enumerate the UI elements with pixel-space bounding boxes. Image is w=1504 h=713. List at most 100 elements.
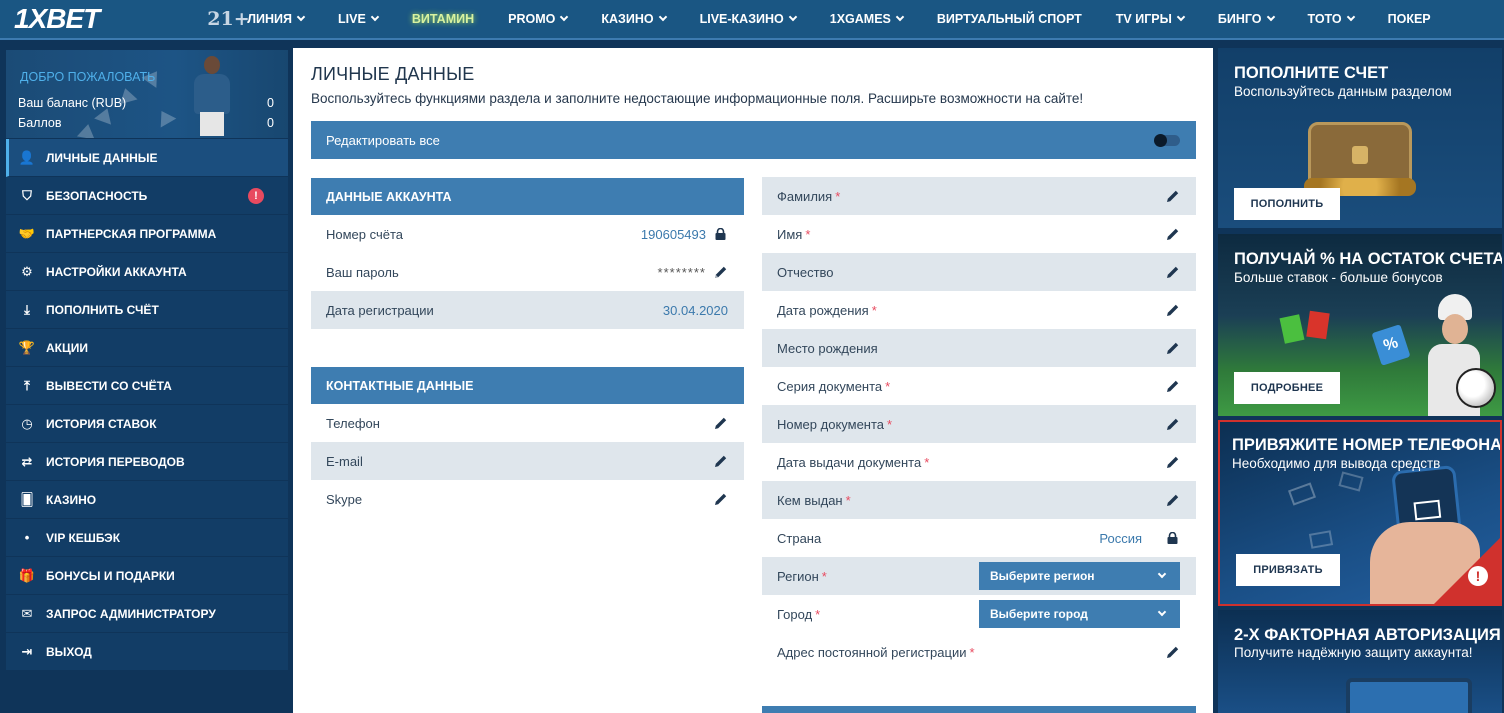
sidebar-item-2[interactable]: 🤝 ПАРТНЕРСКАЯ ПРОГРАММА	[6, 215, 288, 253]
sidebar-item-5[interactable]: 🏆 АКЦИИ	[6, 329, 288, 367]
required-mark: *	[845, 492, 851, 508]
nav-item-11[interactable]: ПОКЕР	[1388, 12, 1431, 26]
edit-pencil-icon[interactable]	[714, 416, 728, 430]
sidebar-item-label: ВЫХОД	[46, 644, 92, 659]
sidebar-item-3[interactable]: ⚙ НАСТРОЙКИ АККАУНТА	[6, 253, 288, 291]
more-info-button[interactable]: ПОДРОБНЕЕ	[1234, 372, 1340, 404]
edit-pencil-icon[interactable]	[1166, 455, 1180, 469]
select-value: Выберите город	[990, 607, 1088, 621]
sidebar-item-12[interactable]: ✉ ЗАПРОС АДМИНИСТРАТОРУ	[6, 595, 288, 633]
link-phone-button[interactable]: ПРИВЯЗАТЬ	[1236, 554, 1340, 586]
sidebar-item-label: БЕЗОПАСНОСТЬ	[46, 188, 148, 203]
two-factor-subtitle: Получите надёжную защиту аккаунта!	[1234, 645, 1473, 660]
sidebar-menu: 👤 ЛИЧНЫЕ ДАННЫЕ ⛉ БЕЗОПАСНОСТЬ! 🤝 ПАРТНЕРСКАЯ…	[6, 139, 288, 671]
edit-pencil-icon[interactable]	[1166, 645, 1180, 659]
edit-pencil-icon[interactable]	[714, 265, 728, 279]
interest-title: ПОЛУЧАЙ % НА ОСТАТОК СЧЕТА	[1234, 250, 1502, 268]
password-row: Ваш пароль ********	[311, 253, 744, 291]
transfer-arrows-icon: ⇄	[21, 453, 33, 469]
edit-pencil-icon[interactable]	[1166, 493, 1180, 507]
sidebar-item-label: ВЫВЕСТИ СО СЧЁТА	[46, 378, 172, 393]
nav-item-label: ЛИНИЯ	[247, 12, 293, 26]
edit-pencil-icon[interactable]	[1166, 303, 1180, 317]
trophy-icon: 🏆	[18, 339, 36, 355]
sidebar-item-1[interactable]: ⛉ БЕЗОПАСНОСТЬ!	[6, 177, 288, 215]
sidebar-item-13[interactable]: ⇥ ВЫХОД	[6, 633, 288, 671]
field-label: Серия документа	[777, 378, 883, 394]
nav-item-6[interactable]: 1XGAMES	[829, 12, 905, 26]
nav-item-label: ВИТАМИН	[411, 12, 475, 26]
personal-fields-section: Фамилия * Имя * Отчество Дата рождения * Место …	[762, 177, 1196, 671]
topup-title: ПОПОЛНИТЕ СЧЕТ	[1234, 64, 1389, 82]
chevron-down-icon	[1157, 569, 1167, 579]
contact-data-section: КОНТАКТНЫЕ ДАННЫЕ Телефон E-mail Skype	[311, 367, 744, 518]
edit-pencil-icon[interactable]	[1166, 227, 1180, 241]
sidebar-item-11[interactable]: 🎁 БОНУСЫ И ПОДАРКИ	[6, 557, 288, 595]
required-mark: *	[924, 454, 930, 470]
registration-date-label: Дата регистрации	[326, 302, 434, 318]
gears-icon: ⚙	[21, 263, 33, 279]
main-nav: ЛИНИЯ LIVE ВИТАМИН PROMO КАЗИНО LIVE-КАЗИНО 1X…	[247, 0, 1464, 39]
user-edit-icon: 👤	[18, 149, 36, 165]
nav-item-label: ВИРТУАЛЬНЫЙ СПОРТ	[936, 12, 1082, 26]
phone-label: Телефон	[326, 415, 380, 431]
sidebar-item-label: VIP КЕШБЭК	[46, 530, 121, 545]
edit-pencil-icon[interactable]	[1166, 189, 1180, 203]
edit-pencil-icon[interactable]	[1166, 341, 1180, 355]
points-label: Баллов	[18, 116, 62, 130]
sidebar-item-10[interactable]: • VIP КЕШБЭК	[6, 519, 288, 557]
nav-item-4[interactable]: КАЗИНО	[601, 12, 667, 26]
edit-all-label: Редактировать все	[326, 132, 440, 148]
sidebar-item-9[interactable]: 🂠 КАЗИНО	[6, 481, 288, 519]
region-select[interactable]: Выберите регион	[979, 562, 1180, 590]
points-row: Баллов 0	[18, 116, 274, 130]
edit-pencil-icon[interactable]	[1166, 265, 1180, 279]
account-number-value: 190605493	[640, 226, 706, 242]
laptop-image	[1346, 678, 1472, 713]
nav-item-2[interactable]: ВИТАМИН	[412, 12, 474, 26]
nav-item-5[interactable]: LIVE-КАЗИНО	[700, 12, 798, 26]
balance-row: Ваш баланс (RUB) 0	[18, 96, 274, 110]
edit-all-toggle[interactable]	[1154, 134, 1180, 147]
edit-pencil-icon[interactable]	[714, 454, 728, 468]
field-label: Город	[777, 606, 813, 622]
nav-item-3[interactable]: PROMO	[508, 12, 569, 26]
field-row-patronymic: Отчество	[762, 253, 1196, 291]
shield-icon: ⛉	[22, 187, 32, 203]
nav-item-9[interactable]: БИНГО	[1217, 12, 1275, 26]
account-number-label: Номер счёта	[326, 226, 404, 242]
required-mark: *	[871, 302, 877, 318]
required-mark: *	[835, 188, 841, 204]
nav-item-8[interactable]: TV ИГРЫ	[1116, 12, 1186, 26]
nav-item-label: 1XGAMES	[829, 12, 891, 26]
sidebar-item-4[interactable]: ⤓ ПОПОЛНИТЬ СЧЁТ	[6, 291, 288, 329]
nav-item-0[interactable]: ЛИНИЯ	[247, 12, 306, 26]
sidebar-item-label: НАСТРОЙКИ АККАУНТА	[46, 264, 187, 279]
sidebar-item-6[interactable]: ⤒ ВЫВЕСТИ СО СЧЁТА	[6, 367, 288, 405]
nav-item-label: БИНГО	[1217, 12, 1262, 26]
topup-button[interactable]: ПОПОЛНИТЬ	[1234, 188, 1340, 220]
sidebar-item-7[interactable]: ◷ ИСТОРИЯ СТАВОК	[6, 405, 288, 443]
account-data-section: ДАННЫЕ АККАУНТА Номер счёта 190605493 Ва…	[311, 178, 744, 329]
edit-pencil-icon[interactable]	[1166, 417, 1180, 431]
sidebar-item-0[interactable]: 👤 ЛИЧНЫЕ ДАННЫЕ	[6, 139, 288, 177]
account-sidebar: ДОБРО ПОЖАЛОВАТЬ Ваш баланс (RUB) 0 Балл…	[0, 42, 292, 713]
edit-pencil-icon[interactable]	[714, 492, 728, 506]
nav-item-label: ТОТО	[1307, 12, 1342, 26]
1xbet-logo[interactable]: 1XBET	[14, 3, 100, 35]
interest-subtitle: Больше ставок - больше бонусов	[1234, 270, 1443, 285]
field-row-address: Адрес постоянной регистрации *	[762, 633, 1196, 671]
nav-item-7[interactable]: ВИРТУАЛЬНЫЙ СПОРТ	[937, 12, 1082, 26]
envelope-icon: ✉	[21, 605, 33, 621]
nav-item-10[interactable]: ТОТО	[1307, 12, 1355, 26]
sidebar-item-8[interactable]: ⇄ ИСТОРИЯ ПЕРЕВОДОВ	[6, 443, 288, 481]
field-row-doc-issued-by: Кем выдан *	[762, 481, 1196, 519]
nav-item-1[interactable]: LIVE	[338, 12, 380, 26]
field-row-name: Имя *	[762, 215, 1196, 253]
select-value: Выберите регион	[990, 569, 1095, 583]
city-select[interactable]: Выберите город	[979, 600, 1180, 628]
edit-pencil-icon[interactable]	[1166, 379, 1180, 393]
top-navigation-bar: 1XBET 21+ ЛИНИЯ LIVE ВИТАМИН PROMO КАЗИНО LIV…	[0, 0, 1504, 40]
sidebar-item-label: ЛИЧНЫЕ ДАННЫЕ	[46, 150, 158, 165]
password-value: ********	[657, 264, 706, 280]
